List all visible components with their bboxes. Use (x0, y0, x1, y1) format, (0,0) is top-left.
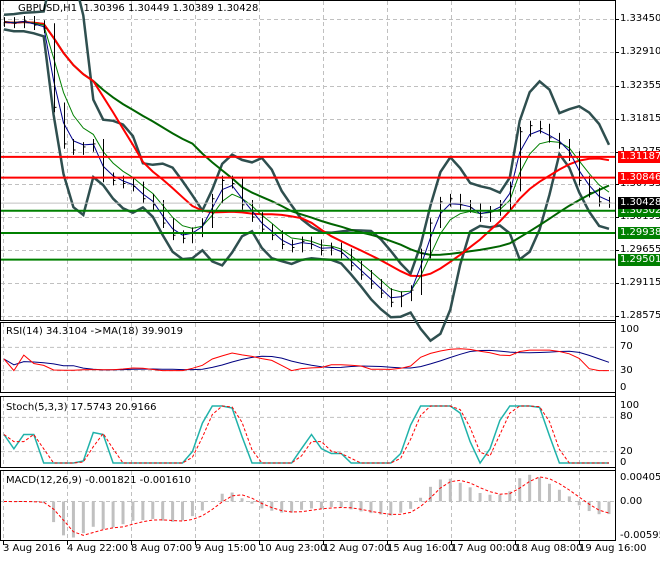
symbol-label: GBPUSD,H1 1.30396 1.30449 1.30389 1.3042… (18, 3, 258, 14)
macd-histogram-bar (201, 502, 204, 511)
y-tick-label: 1.31815 (620, 113, 660, 124)
macd-histogram-bar (389, 502, 392, 516)
macd-histogram-bar (518, 478, 521, 501)
macd-histogram-bar (320, 502, 323, 509)
macd-histogram-bar (300, 502, 303, 510)
ohlc-text: 1.30396 1.30449 1.30389 1.30428 (83, 3, 258, 14)
macd-histogram-bar (459, 483, 462, 502)
rsi-axis-label: 100 (620, 324, 639, 335)
rsi-ma-line (4, 350, 609, 370)
level-price-label: 1.30846 (618, 172, 660, 184)
macd-histogram-bar (548, 484, 551, 502)
macd-histogram-bar (290, 502, 293, 513)
macd-histogram-bar (469, 487, 472, 501)
panel-frame-0 (1, 1, 616, 321)
macd-axis-label: 0.00 (620, 496, 642, 507)
stoch-axis-label: 100 (620, 400, 639, 411)
macd-histogram-bar (181, 502, 184, 521)
y-tick-label: 1.32355 (620, 80, 660, 91)
rsi-title: RSI(14) 34.3104 ->MA(18) 39.9019 (6, 326, 183, 337)
stoch-signal-line (4, 406, 609, 463)
macd-histogram-bar (131, 502, 134, 521)
mt4-chart-window[interactable]: GBPUSD,H1 1.30396 1.30449 1.30389 1.3042… (0, 0, 660, 560)
rsi-line (4, 349, 609, 371)
level-price-label: 1.29501 (618, 254, 660, 266)
x-tick-label: 15 Aug 16:00 (387, 543, 454, 554)
macd-histogram-bar (608, 502, 611, 515)
macd-histogram-bar (141, 502, 144, 521)
macd-histogram-bar (62, 502, 65, 536)
macd-histogram-bar (568, 496, 571, 501)
macd-histogram-bar (598, 502, 601, 515)
macd-histogram-bar (250, 502, 253, 504)
macd-histogram-bar (82, 502, 85, 534)
macd-histogram-bar (409, 502, 412, 509)
x-tick-label: 12 Aug 07:00 (323, 543, 390, 554)
macd-histogram-bar (122, 502, 125, 525)
macd-histogram-bar (102, 502, 105, 530)
stoch-axis-label: 0 (620, 457, 626, 468)
y-tick-label: 1.33450 (620, 13, 660, 24)
macd-histogram-bar (498, 495, 501, 502)
x-tick-label: 17 Aug 00:00 (451, 543, 518, 554)
macd-histogram-bar (488, 495, 491, 502)
macd-histogram-bar (479, 493, 482, 501)
macd-histogram-bar (112, 502, 115, 528)
symbol-text: GBPUSD,H1 (18, 3, 77, 14)
macd-histogram-bar (419, 498, 422, 502)
rsi-axis-label: 0 (620, 382, 626, 393)
macd-histogram-bar (191, 502, 194, 517)
stoch-axis-label: 80 (620, 411, 633, 422)
macd-histogram-bar (161, 502, 164, 521)
rsi-axis-label: 30 (620, 365, 633, 376)
macd-histogram-bar (558, 490, 561, 502)
macd-histogram-bar (270, 502, 273, 511)
macd-histogram-bar (439, 479, 442, 501)
macd-histogram-bar (528, 475, 531, 502)
x-tick-label: 4 Aug 22:00 (67, 543, 128, 554)
bollinger-lower (4, 29, 609, 340)
stoch-axis-label: 20 (620, 446, 633, 457)
stoch-main-line (4, 406, 609, 463)
macd-histogram-bar (221, 494, 224, 502)
x-tick-label: 9 Aug 15:00 (195, 543, 256, 554)
y-tick-label: 1.28575 (620, 310, 660, 321)
macd-title: MACD(12,26,9) -0.001821 -0.001610 (6, 475, 191, 486)
x-tick-label: 8 Aug 07:00 (131, 543, 192, 554)
macd-histogram-bar (52, 502, 55, 523)
macd-histogram-bar (538, 478, 541, 502)
y-tick-label: 1.29115 (620, 277, 660, 288)
macd-histogram-bar (399, 502, 402, 513)
x-tick-label: 18 Aug 08:00 (515, 543, 582, 554)
macd-axis-label: 0.004055 (620, 472, 660, 483)
macd-histogram-bar (171, 502, 174, 522)
stoch-title: Stoch(5,3,3) 17.5743 20.9166 (6, 402, 157, 413)
macd-histogram-bar (241, 498, 244, 501)
level-price-label: 1.31187 (618, 151, 660, 163)
x-tick-label: 3 Aug 2016 (3, 543, 61, 554)
macd-axis-label: -0.005951 (620, 530, 660, 541)
x-tick-label: 10 Aug 23:00 (259, 543, 326, 554)
macd-histogram-bar (92, 502, 95, 527)
y-tick-label: 1.32910 (620, 46, 660, 57)
macd-histogram-bar (578, 502, 581, 506)
macd-histogram-bar (310, 502, 313, 509)
rsi-axis-label: 70 (620, 341, 633, 352)
current-price-label: 1.30428 (618, 197, 660, 209)
macd-histogram-bar (231, 493, 234, 502)
macd-histogram-bar (151, 502, 154, 519)
level-price-label: 1.29938 (618, 227, 660, 239)
x-tick-label: 19 Aug 16:00 (579, 543, 646, 554)
macd-histogram-bar (330, 502, 333, 507)
macd-histogram-bar (360, 502, 363, 512)
macd-histogram-bar (340, 502, 343, 508)
